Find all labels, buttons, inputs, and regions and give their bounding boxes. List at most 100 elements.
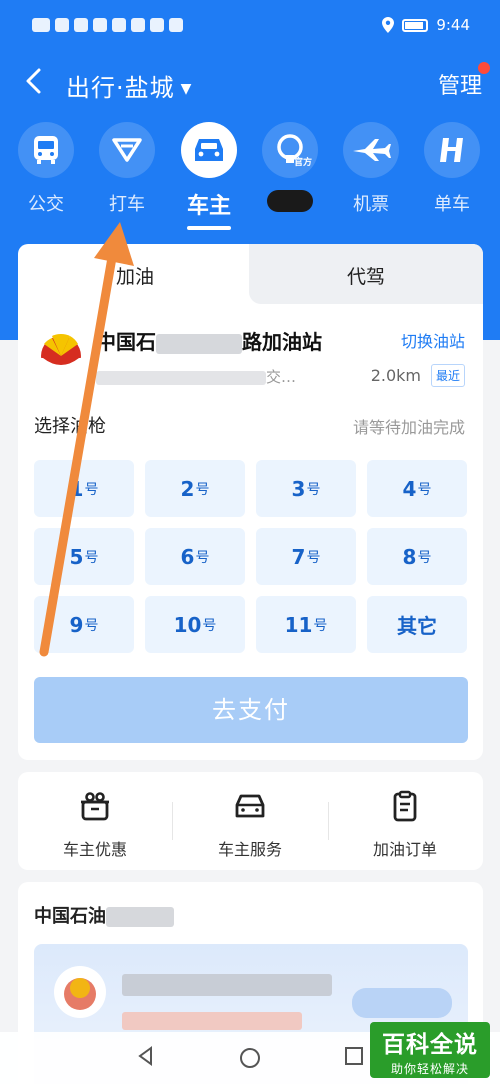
station-info: 中国石 路加油站 切换油站 交… 2.0km 最近 — [18, 316, 483, 387]
nav-recents-icon[interactable] — [344, 1046, 364, 1066]
active-tab-indicator — [187, 226, 231, 230]
notification-dot — [478, 62, 490, 74]
service-owner-offers[interactable]: 车主优惠 — [20, 790, 170, 860]
alipay-icon — [169, 18, 183, 32]
taxi-icon — [112, 138, 142, 162]
watermark-logo: 百科全说 助你轻松解决 — [370, 1022, 490, 1078]
location-icon — [382, 17, 395, 33]
manage-label: 管理 — [437, 74, 482, 99]
owner-services: 车主优惠 车主服务 加油订单 — [18, 772, 483, 870]
city-selector[interactable]: 出行·盐城 ▼ — [66, 68, 192, 103]
nozzle-button[interactable]: 1号 — [34, 460, 134, 517]
tab-bike[interactable]: 单车 — [412, 122, 492, 216]
tab-flight[interactable]: 机票 — [331, 122, 411, 216]
nozzle-button[interactable]: 10 号 — [145, 596, 245, 653]
wifi-icon — [74, 18, 88, 32]
divider — [328, 802, 329, 840]
tab-rail[interactable]: 官方 — [250, 122, 330, 212]
redacted-text — [96, 370, 266, 385]
app-notification-icon — [112, 18, 126, 32]
nozzle-unit: 号 — [417, 481, 432, 498]
nozzle-button[interactable]: 3号 — [256, 460, 356, 517]
nozzle-unit: 号 — [84, 549, 99, 566]
nozzle-number: 8 — [402, 544, 417, 569]
bus-icon — [34, 136, 58, 164]
bike-icon — [440, 138, 463, 162]
nozzle-number: 5 — [69, 544, 84, 569]
nozzle-unit: 号 — [202, 617, 217, 634]
nozzle-number: 2 — [180, 476, 195, 501]
pay-button[interactable]: 去支付 — [34, 677, 468, 743]
nozzle-unit: 号 — [417, 549, 432, 566]
nav-home-icon[interactable] — [238, 1046, 262, 1070]
nozzle-button[interactable]: 5号 — [34, 528, 134, 585]
tab-designated-driver[interactable]: 代驾 — [347, 262, 385, 289]
gift-icon — [81, 792, 109, 821]
nozzle-button[interactable]: 9号 — [34, 596, 134, 653]
nozzle-number: 9 — [69, 612, 84, 637]
section-title: 选择油枪 — [34, 416, 106, 437]
redacted-text — [122, 974, 332, 996]
service-owner-service[interactable]: 车主服务 — [175, 790, 325, 860]
nozzle-button[interactable]: 6号 — [145, 528, 245, 585]
tab-refuel[interactable]: 加油 — [116, 262, 154, 289]
nozzle-unit: 号 — [306, 549, 321, 566]
tab-label: 打车 — [109, 194, 145, 215]
travel-mode-tabs: 公交 打车 车主 官方 机票 单车 — [0, 122, 500, 232]
nav-back-icon[interactable] — [136, 1046, 156, 1066]
nozzle-button[interactable]: 7号 — [256, 528, 356, 585]
clipboard-icon — [393, 790, 417, 822]
redacted-label — [267, 190, 313, 212]
official-badge: 官方 — [293, 158, 312, 168]
nozzle-unit: 号 — [84, 481, 99, 498]
nozzle-button[interactable]: 11 号 — [256, 596, 356, 653]
nozzle-number: 7 — [291, 544, 306, 569]
nozzle-number: 1 — [69, 476, 84, 501]
redacted-text — [106, 907, 174, 927]
nozzle-button[interactable]: 其它 — [367, 596, 467, 653]
nozzle-button[interactable]: 4号 — [367, 460, 467, 517]
nearest-badge: 最近 — [430, 364, 465, 387]
nozzle-number: 其它 — [397, 614, 437, 638]
car-icon — [195, 139, 223, 161]
redacted-text — [156, 333, 242, 354]
app-header: 出行·盐城 ▼ 管理 — [0, 58, 500, 106]
battery-icon — [402, 18, 429, 32]
tab-car-owner[interactable]: 车主 — [169, 122, 249, 230]
service-segment: 加油 代驾 — [18, 244, 483, 304]
divider — [172, 802, 173, 840]
nozzle-unit: 号 — [84, 617, 99, 634]
nozzle-unit: 号 — [195, 549, 210, 566]
app-notification-icon — [93, 18, 107, 32]
nozzle-unit: 号 — [306, 481, 321, 498]
refuel-card: 加油 代驾 中国石 路加油站 切换油站 交… 2.0km 最近 选择油枪 请等待加… — [18, 244, 483, 760]
redacted-text — [122, 1012, 302, 1030]
station-name: 中国石 路加油站 — [96, 330, 322, 354]
nozzle-button[interactable]: 2号 — [145, 460, 245, 517]
nozzle-number: 6 — [180, 544, 195, 569]
car-service-icon — [235, 794, 265, 818]
signal-icon — [55, 18, 69, 32]
tab-label: 公交 — [28, 194, 64, 215]
pick-hint: 请等待加油完成 — [352, 418, 465, 437]
redacted-button[interactable] — [352, 988, 452, 1018]
nozzle-button[interactable]: 8号 — [367, 528, 467, 585]
tab-bus[interactable]: 公交 — [6, 122, 86, 216]
tab-label: 机票 — [353, 194, 389, 215]
station-address: 交… — [96, 366, 296, 387]
petrochina-logo-icon — [54, 966, 106, 1018]
station-distance: 2.0km — [370, 366, 421, 385]
nozzle-number: 11 — [284, 612, 313, 637]
status-icons — [32, 18, 183, 32]
nozzle-unit: 号 — [195, 481, 210, 498]
promo-title: 中国石油 — [34, 902, 174, 928]
back-arrow-icon[interactable] — [20, 66, 50, 96]
nozzle-number: 10 — [173, 612, 202, 637]
nozzle-unit: 号 — [313, 617, 328, 634]
nozzle-number: 4 — [402, 476, 417, 501]
switch-station-link[interactable]: 切换油站 — [401, 328, 465, 352]
tab-taxi[interactable]: 打车 — [87, 122, 167, 216]
plane-icon — [353, 139, 391, 161]
service-fuel-orders[interactable]: 加油订单 — [330, 790, 480, 860]
manage-button[interactable]: 管理 — [437, 62, 490, 100]
